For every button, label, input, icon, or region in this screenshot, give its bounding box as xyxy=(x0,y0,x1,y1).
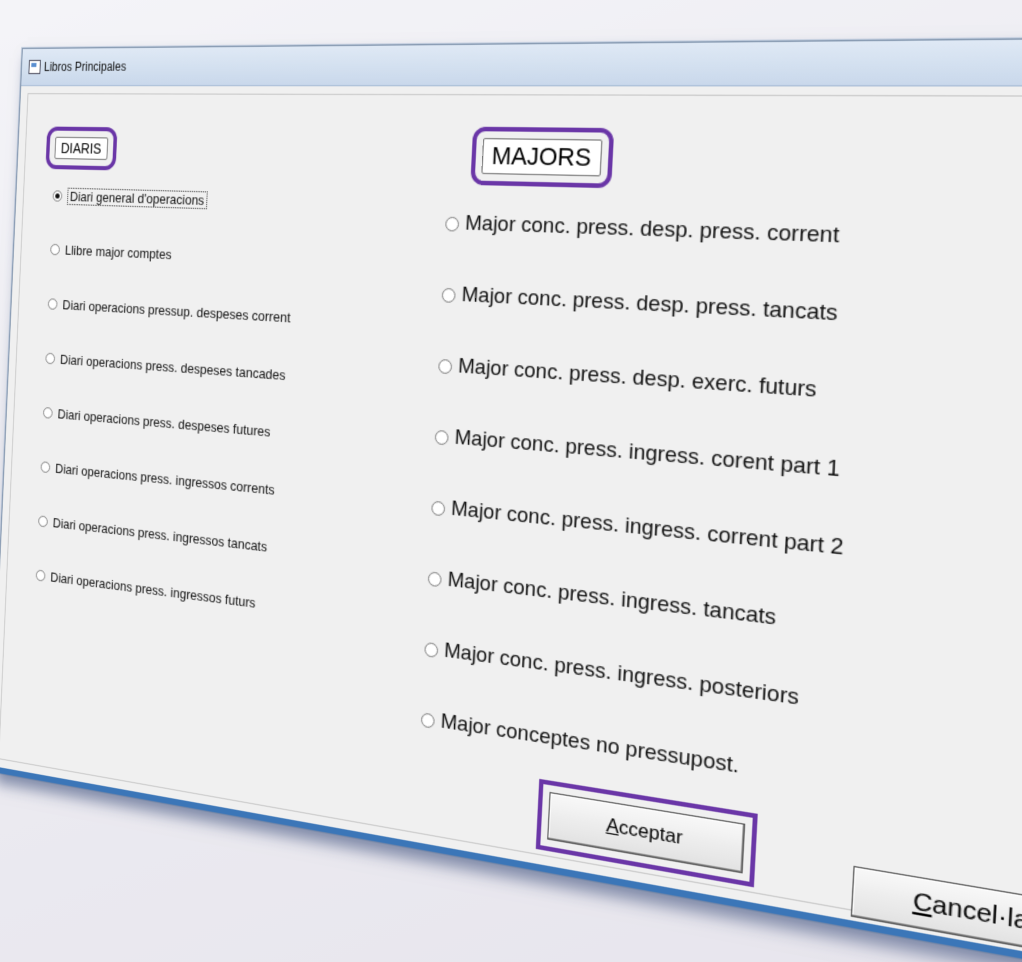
majors-option[interactable]: Major conceptes no pressupost. xyxy=(420,707,740,780)
radio-button[interactable] xyxy=(47,298,58,310)
majors-option-label: Major conc. press. desp. press. corrent xyxy=(464,211,840,249)
diaris-option-label: Diari operacions press. despeses futures xyxy=(57,406,271,440)
diaris-option[interactable]: Diari operacions press. ingressos corren… xyxy=(40,459,275,498)
radio-button[interactable] xyxy=(427,570,442,587)
diaris-option-label: Diari operacions press. despeses tancade… xyxy=(59,351,287,384)
accept-button[interactable]: Acceptar xyxy=(535,772,757,893)
screenshot-stage: Libros Principales DIARIS Diari general … xyxy=(0,0,1022,962)
dialog-window: Libros Principales DIARIS Diari general … xyxy=(0,37,1022,962)
radio-button[interactable] xyxy=(431,500,446,516)
radio-button[interactable] xyxy=(50,243,61,256)
majors-option-label: Major conc. press. ingress. corrent part… xyxy=(450,497,845,561)
radio-button[interactable] xyxy=(424,641,439,658)
cancel-button-key: C xyxy=(912,887,934,919)
title-bar: Libros Principales xyxy=(21,38,1022,87)
diaris-option[interactable]: Diari operacions pressup. despeses corre… xyxy=(47,296,291,326)
majors-option[interactable]: Major conc. press. desp. press. corrent xyxy=(445,211,840,249)
radio-button[interactable] xyxy=(441,287,456,303)
majors-option-label: Major conc. press. ingress. tancats xyxy=(447,568,777,631)
radio-button[interactable] xyxy=(420,711,435,729)
diaris-option-label: Llibre major comptes xyxy=(64,242,172,263)
diaris-option-label: Diari operacions pressup. despeses corre… xyxy=(62,297,291,326)
diaris-option-label: Diari general d'operacions xyxy=(66,187,208,210)
diaris-option[interactable]: Llibre major comptes xyxy=(50,242,172,263)
diaris-option[interactable]: Diari operacions press. despeses futures xyxy=(42,405,271,440)
majors-option-label: Major conc. press. desp. press. tancats xyxy=(461,283,839,327)
radio-button[interactable] xyxy=(438,358,453,374)
radio-button[interactable] xyxy=(40,461,51,474)
cancel-button-label: ancel·lar xyxy=(931,890,1022,938)
radio-button[interactable] xyxy=(38,515,48,528)
majors-option[interactable]: Major conc. press. desp. press. tancats xyxy=(441,282,838,327)
accept-button-key: A xyxy=(605,813,620,838)
cancel-button[interactable]: Cancel·lar xyxy=(850,865,1022,962)
diaris-option[interactable]: Diari operacions press. despeses tancade… xyxy=(45,351,287,384)
majors-option-label: Major conc. press. ingress. corent part … xyxy=(454,425,841,483)
radio-button[interactable] xyxy=(35,569,46,582)
radio-button[interactable] xyxy=(42,406,53,419)
majors-option[interactable]: Major conc. press. ingress. corrent part… xyxy=(431,495,844,562)
majors-option-label: Major conc. press. desp. exerc. futurs xyxy=(457,354,818,403)
majors-option[interactable]: Major conc. press. ingress. posteriors xyxy=(424,636,800,711)
diaris-option[interactable]: Diari operacions press. ingressos tancat… xyxy=(38,513,268,555)
radio-button[interactable] xyxy=(52,190,63,202)
majors-option[interactable]: Major conc. press. ingress. corent part … xyxy=(434,424,840,483)
diaris-option[interactable]: Diari operacions press. ingressos futurs xyxy=(35,567,256,611)
window-title: Libros Principales xyxy=(43,59,127,75)
radio-button[interactable] xyxy=(434,429,449,445)
majors-label: MAJORS xyxy=(470,126,614,189)
diaris-option-label: Diari operacions press. ingressos corren… xyxy=(54,460,276,498)
majors-option[interactable]: Major conc. press. ingress. tancats xyxy=(427,566,777,632)
radio-button[interactable] xyxy=(445,216,460,232)
diaris-option[interactable]: Diari general d'operacions xyxy=(52,187,208,210)
diaris-option-label: Diari operacions press. ingressos tancat… xyxy=(52,514,268,555)
accept-button-label: cceptar xyxy=(618,816,684,849)
majors-option-label: Major conceptes no pressupost. xyxy=(440,709,740,779)
majors-option[interactable]: Major conc. press. desp. exerc. futurs xyxy=(438,353,817,404)
diaris-label: DIARIS xyxy=(45,126,117,171)
radio-button[interactable] xyxy=(45,352,56,365)
majors-option-label: Major conc. press. ingress. posteriors xyxy=(443,638,800,711)
app-icon xyxy=(28,59,41,75)
dialog-body: DIARIS Diari general d'operacions Llibre … xyxy=(0,93,1022,962)
diaris-option-label: Diari operacions press. ingressos futurs xyxy=(50,569,256,611)
